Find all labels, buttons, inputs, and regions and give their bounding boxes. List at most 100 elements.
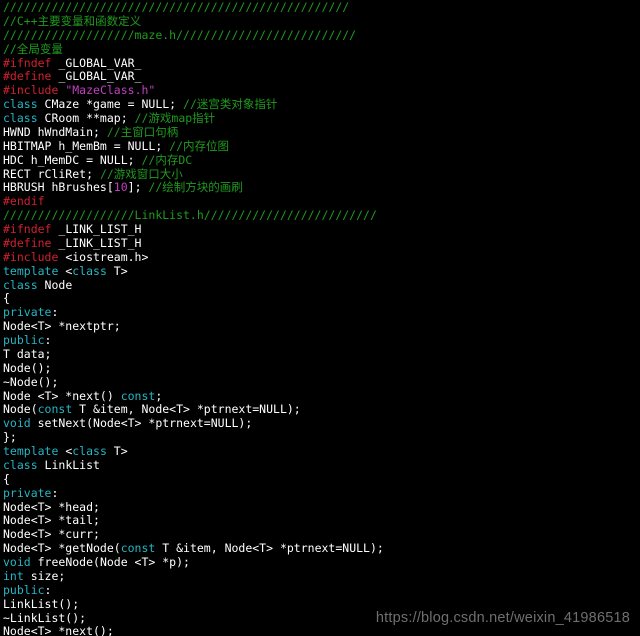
code-token-comment: //迷宫类对象指针 [183,97,278,112]
code-line[interactable]: Node<T> *getNode(const T &item, Node<T> … [0,541,640,556]
code-token-plain: T> [106,444,128,458]
code-token-comment: //游戏窗口大小 [99,166,183,181]
code-line[interactable]: #define _GLOBAL_VAR_ [0,69,640,84]
code-line[interactable]: { [0,471,640,487]
code-line[interactable]: #define _LINK_LIST_H [0,235,640,251]
code-token-plain: CRoom **map; [37,111,135,125]
code-line[interactable]: #ifndef _LINK_LIST_H [0,222,640,237]
code-token-comment: //内存DC [141,152,193,167]
code-line[interactable]: #include "MazeClass.h" [0,83,640,98]
code-line[interactable]: T data; [0,347,640,362]
code-line[interactable]: Node<T> *next(); [0,624,640,636]
code-token-keyword: const [120,388,156,403]
code-line[interactable]: }; [0,430,640,445]
code-token-plain: Node( [3,402,38,417]
code-line[interactable]: ~Node(); [0,374,640,390]
code-token-plain: : [51,485,59,500]
code-token-keyword: void [3,416,31,431]
code-token-comment: //全局变量 [3,41,63,56]
code-token-plain: Node<T> *next(); [3,624,114,636]
code-line[interactable]: private: [0,485,640,501]
code-line[interactable]: HBRUSH hBrushes[10]; //绘制方块的画刷 [0,180,640,195]
code-line[interactable]: { [0,291,640,306]
code-token-preprocessor: #endif [3,194,45,209]
code-line[interactable]: //全局变量 [0,41,640,57]
code-screenshot: ////////////////////////////////////////… [0,0,640,636]
code-line[interactable]: ///////////////////maze.h///////////////… [0,27,640,43]
code-token-plain: Node<T> *curr; [3,527,100,542]
code-line[interactable]: Node(const T &item, Node<T> *ptrnext=NUL… [0,402,640,417]
code-line[interactable]: Node<T> *nextptr; [0,319,640,334]
code-token-plain: ~Node(); [3,374,59,389]
code-line[interactable]: void setNext(Node<T> *ptrnext=NULL); [0,416,640,431]
code-line[interactable]: template <class T> [0,263,640,279]
code-token-plain: Node(); [3,360,52,375]
code-line[interactable]: public: [0,333,640,348]
code-token-comment: //游戏map指针 [134,111,216,125]
code-line[interactable]: int size; [0,569,640,584]
code-token-keyword: class [72,444,107,458]
code-token-plain: : [51,305,59,320]
code-line[interactable]: HDC h_MemDC = NULL; //内存DC [0,152,640,168]
code-line[interactable]: class LinkList [0,457,640,473]
code-token-comment: //绘制方块的画刷 [148,180,243,195]
code-token-plain: T> [106,263,128,278]
code-token-keyword: public [3,333,45,347]
code-line[interactable]: template <class T> [0,444,640,459]
code-token-preprocessor: #include [3,83,59,98]
code-line[interactable]: public: [0,582,640,598]
code-token-keyword: const [120,541,156,556]
code-token-plain: Node<T> *head; [3,499,100,514]
code-editor-content[interactable]: ////////////////////////////////////////… [0,0,640,636]
code-token-comment: //C++主要变量和函数定义 [3,13,142,28]
code-line[interactable]: Node<T> *curr; [0,527,640,542]
code-line[interactable]: private: [0,305,640,320]
code-line[interactable]: //C++主要变量和函数定义 [0,13,640,29]
code-token-keyword: class [3,97,38,112]
code-token-plain: < [58,444,73,458]
code-token-keyword: class [3,111,38,125]
code-line[interactable]: RECT rCliRet; //游戏窗口大小 [0,166,640,182]
code-token-plain: _GLOBAL_VAR_ [51,69,142,84]
code-line[interactable]: ///////////////////LinkList.h///////////… [0,208,640,223]
code-token-plain: Node <T> *next() [3,388,121,403]
code-token-plain: <iostream.h> [58,249,149,264]
code-line[interactable]: Node<T> *head; [0,499,640,515]
code-line[interactable]: class CMaze *game = NULL; //迷宫类对象指针 [0,97,640,112]
code-token-plain: _LINK_LIST_H [51,222,142,236]
code-token-plain: Node<T> *getNode( [3,541,121,556]
code-token-comment: ////////////////////////////////////////… [3,0,350,14]
code-line[interactable]: Node<T> *tail; [0,513,640,528]
code-token-keyword: private [3,305,52,320]
code-token-plain: < [58,263,73,278]
code-token-plain: RECT rCliRet; [3,166,100,181]
code-line[interactable]: Node(); [0,360,640,376]
code-line[interactable]: HBITMAP h_MemBm = NULL; //内存位图 [0,139,640,154]
code-token-comment: ///////////////////maze.h///////////////… [3,27,357,42]
code-token-preprocessor: #define [3,69,52,84]
code-token-keyword: public [3,582,45,597]
code-line[interactable]: #endif [0,194,640,209]
code-line[interactable]: class CRoom **map; //游戏map指针 [0,111,640,126]
code-token-plain: _GLOBAL_VAR_ [51,55,142,70]
code-token-plain: HWND hWndMain; [3,124,107,139]
code-line[interactable]: class Node [0,278,640,293]
code-line[interactable]: HWND hWndMain; //主窗口句柄 [0,124,640,140]
code-token-plain: HBRUSH hBrushes[ [3,180,114,195]
code-line[interactable]: #ifndef _GLOBAL_VAR_ [0,55,640,71]
code-token-plain: ]; [127,180,149,195]
code-token-plain: CMaze *game = NULL; [37,97,184,112]
code-token-keyword: template [3,444,59,458]
code-line[interactable]: #include <iostream.h> [0,249,640,265]
code-token-plain: ~LinkList(); [3,610,87,625]
code-token-plain: ; [155,388,163,403]
code-token-keyword: template [3,263,59,278]
code-token-keyword: class [3,457,38,472]
code-line[interactable]: ////////////////////////////////////////… [0,0,640,15]
code-token-plain: _LINK_LIST_H [51,235,142,250]
code-token-plain: freeNode(Node <T> *p); [30,555,190,569]
code-line[interactable]: Node <T> *next() const; [0,388,640,404]
code-token-plain: T &item, Node<T> *ptrnext=NULL); [72,402,301,417]
code-line[interactable]: void freeNode(Node <T> *p); [0,555,640,570]
code-token-plain: { [3,471,10,486]
